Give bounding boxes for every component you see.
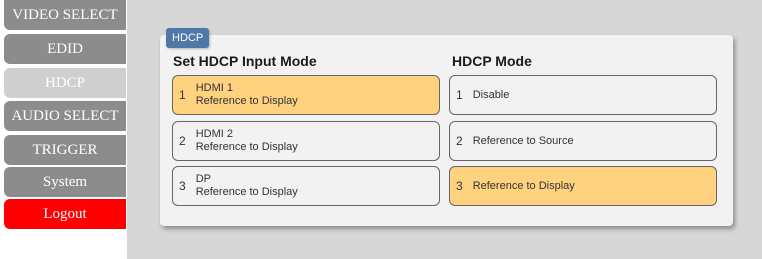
option-number: 2 bbox=[179, 134, 186, 148]
hdcp-option-reference-to-display[interactable]: 3 Reference to Display bbox=[449, 166, 717, 206]
sidebar-item-video-select[interactable]: VIDEO SELECT bbox=[4, 0, 126, 30]
option-number: 1 bbox=[179, 88, 186, 102]
hdcp-mode-title: HDCP Mode bbox=[452, 53, 532, 69]
hdcp-option-disable[interactable]: 1 Disable bbox=[449, 75, 717, 115]
option-label: Reference to Source bbox=[472, 135, 574, 147]
option-name: DP bbox=[195, 173, 211, 185]
option-label: Reference to Display bbox=[472, 180, 575, 192]
option-name: HDMI 1 bbox=[195, 82, 233, 94]
input-option-hdmi2[interactable]: 2 HDMI 2 Reference to Display bbox=[172, 121, 440, 161]
option-number: 2 bbox=[456, 134, 463, 148]
input-option-dp[interactable]: 3 DP Reference to Display bbox=[172, 166, 440, 206]
hdcp-option-reference-to-source[interactable]: 2 Reference to Source bbox=[449, 121, 717, 161]
input-mode-title: Set HDCP Input Mode bbox=[173, 53, 317, 69]
sidebar-item-system[interactable]: System bbox=[4, 167, 126, 197]
sidebar-item-trigger[interactable]: TRIGGER bbox=[4, 135, 126, 165]
sidebar-item-hdcp[interactable]: HDCP bbox=[4, 68, 126, 98]
sidebar-item-edid[interactable]: EDID bbox=[4, 34, 126, 64]
main-content: HDCP Set HDCP Input Mode HDCP Mode 1 HDM… bbox=[127, 0, 762, 259]
option-mode: Reference to Display bbox=[195, 141, 298, 153]
option-label: Disable bbox=[472, 89, 510, 101]
option-number: 3 bbox=[179, 179, 186, 193]
option-number: 1 bbox=[456, 88, 463, 102]
input-option-hdmi1[interactable]: 1 HDMI 1 Reference to Display bbox=[172, 75, 440, 115]
option-mode: Reference to Display bbox=[195, 95, 298, 107]
logout-button[interactable]: Logout bbox=[4, 199, 126, 229]
sidebar-item-audio-select[interactable]: AUDIO SELECT bbox=[4, 101, 126, 131]
panel-tag: HDCP bbox=[166, 28, 210, 48]
option-name: HDMI 2 bbox=[195, 128, 233, 140]
option-number: 3 bbox=[456, 179, 463, 193]
option-mode: Reference to Display bbox=[195, 186, 298, 198]
